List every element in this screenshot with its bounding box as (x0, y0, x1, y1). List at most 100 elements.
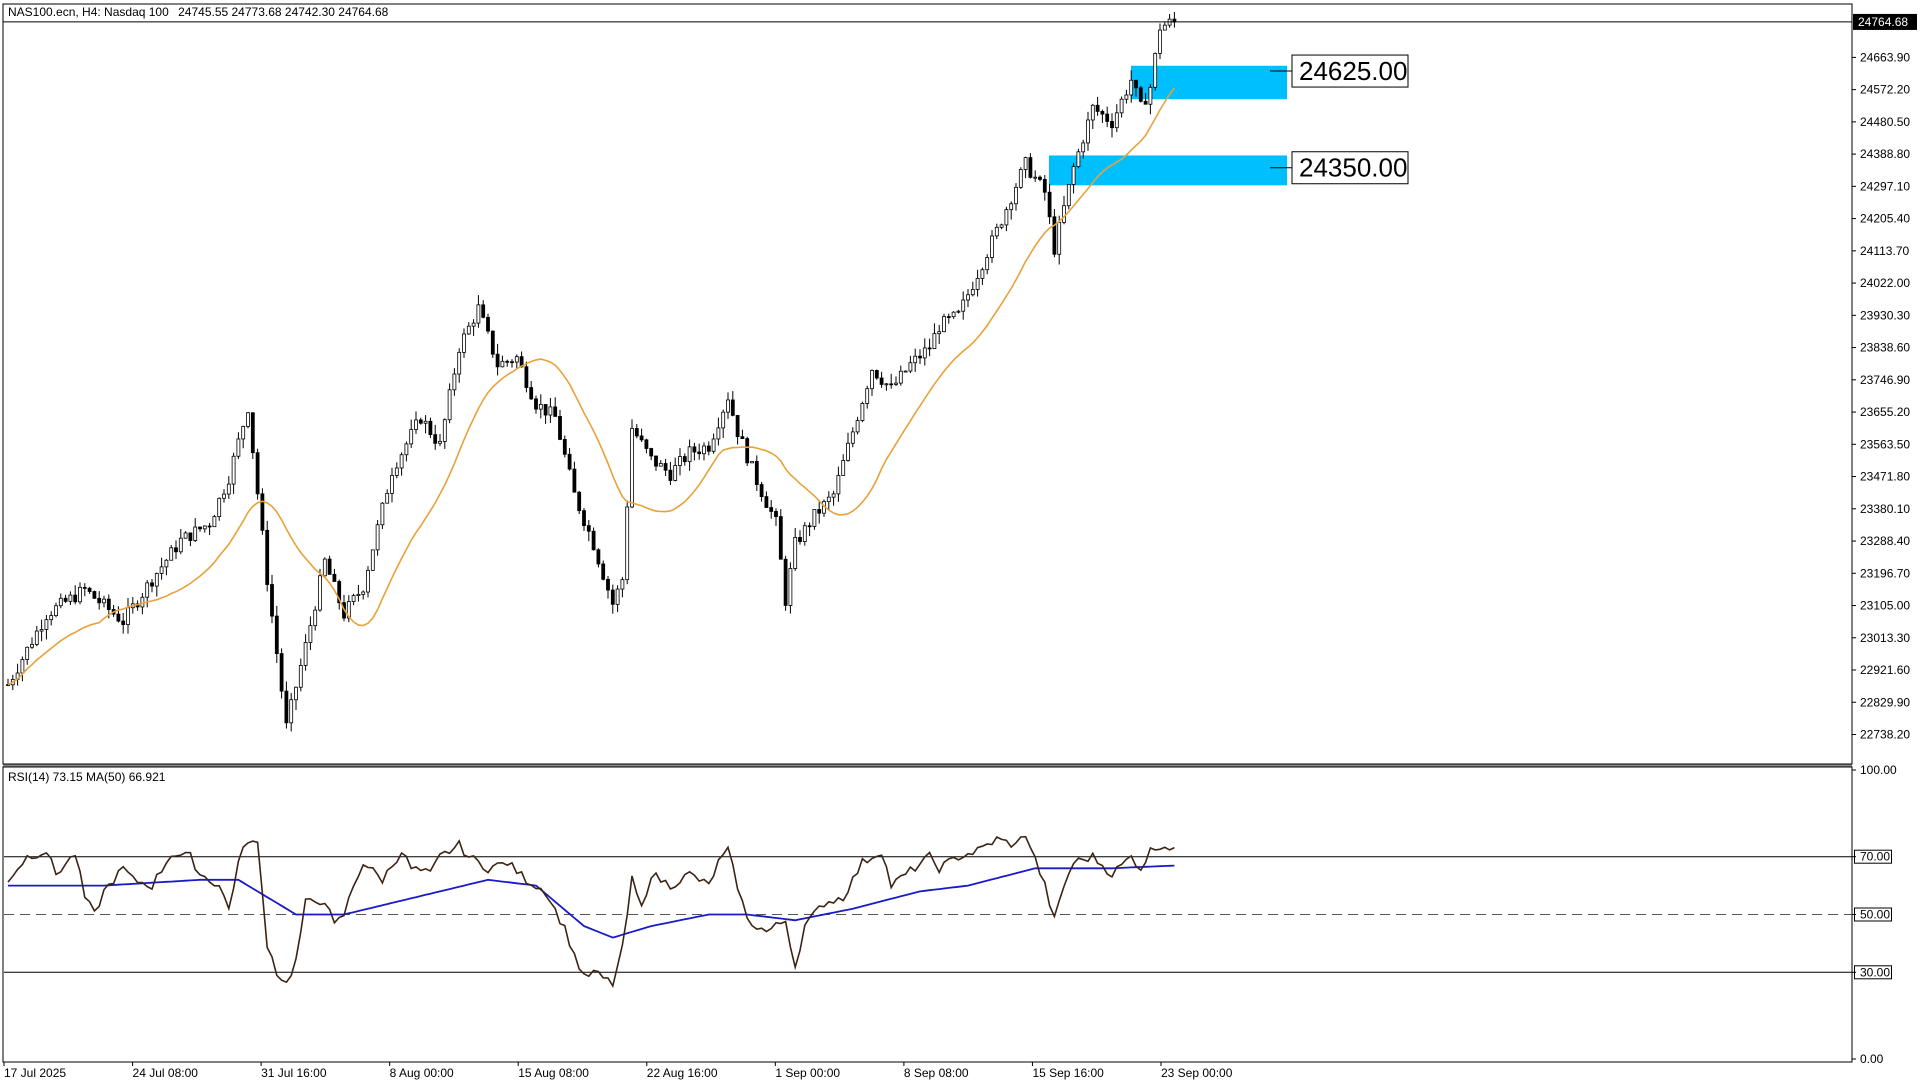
candle-body (682, 456, 687, 463)
candle-body (58, 597, 63, 607)
candle-body (193, 526, 198, 541)
candle-body (534, 398, 538, 410)
candle-body (999, 224, 1004, 228)
candle-body (279, 653, 284, 692)
candle-body (126, 607, 130, 625)
price-tick-label: 24388.80 (1860, 147, 1910, 161)
candle-body (644, 439, 649, 449)
candle-body (865, 388, 870, 404)
rsi-tick-label: 50.00 (1860, 908, 1890, 922)
candle-body (87, 587, 92, 592)
candle-body (255, 452, 260, 495)
candle-body (198, 526, 202, 530)
candle-body (68, 594, 73, 602)
candle-body (481, 304, 486, 318)
candle-body (836, 475, 841, 495)
candle-body (471, 322, 476, 327)
candle-body (260, 493, 265, 531)
candle-body (236, 438, 241, 457)
zone-label: 24350.00 (1299, 153, 1407, 183)
candle-body (1158, 29, 1162, 54)
candle-body (428, 420, 433, 436)
candle-body (990, 235, 994, 258)
candle-body (745, 438, 750, 464)
candle-body (1023, 157, 1028, 170)
price-tick-label: 23380.10 (1860, 502, 1910, 516)
candle-body (73, 594, 78, 603)
candle-body (250, 412, 255, 454)
candle-body (884, 383, 889, 386)
candle-body (850, 431, 855, 444)
candle-body (706, 445, 711, 452)
candle-body (433, 434, 438, 444)
candle-body (726, 399, 730, 413)
candle-body (169, 547, 174, 561)
candle-body (956, 310, 961, 313)
candle-body (140, 596, 145, 608)
candle-body (510, 361, 514, 364)
candle-body (1162, 24, 1167, 31)
candle-body (1009, 203, 1014, 211)
time-tick-label: 15 Aug 08:00 (518, 1066, 589, 1080)
candle-body (1086, 119, 1090, 144)
candle-body (318, 575, 322, 611)
candle-body (759, 484, 764, 498)
time-tick-label: 31 Jul 16:00 (261, 1066, 327, 1080)
candle-body (476, 304, 481, 324)
candle-body (610, 589, 615, 605)
candle-body (78, 586, 82, 603)
candle-body (1076, 151, 1081, 168)
candle-body (370, 549, 375, 571)
candle-body (313, 609, 318, 627)
candle-body (1018, 169, 1023, 188)
candle-body (687, 446, 692, 463)
candles-layer (6, 11, 1177, 732)
candle-body (327, 558, 332, 575)
candle-body (217, 497, 222, 517)
candle-body (82, 586, 87, 589)
candle-body (20, 659, 25, 674)
candle-body (975, 277, 980, 290)
candle-body (980, 269, 985, 279)
price-tick-label: 23471.80 (1860, 470, 1910, 484)
candle-body (505, 360, 510, 363)
price-panel-frame (2, 3, 1853, 765)
rsi-ma-line (8, 864, 1175, 939)
candle-body (764, 496, 769, 508)
candle-body (1134, 79, 1138, 89)
candle-body (1105, 113, 1110, 122)
candle-body (586, 525, 591, 532)
candle-body (1114, 112, 1119, 129)
rsi-panel: 100.00 70.00 50.00 30.00 0.00 RSI(14) 73.15 … (4, 763, 1897, 1066)
candle-body (188, 532, 193, 541)
candle-body (1066, 183, 1071, 207)
candle-body (903, 370, 908, 373)
candle-body (294, 686, 298, 701)
candle-body (692, 446, 697, 453)
candle-body (274, 615, 279, 654)
candle-body (567, 453, 572, 470)
candle-body (639, 435, 644, 441)
candle-body (1081, 142, 1086, 153)
candle-body (265, 529, 270, 585)
candle-body (793, 537, 798, 569)
candle-body (452, 373, 457, 391)
zone-label: 24625.00 (1299, 56, 1407, 86)
candle-body (1100, 111, 1105, 115)
candle-body (116, 613, 121, 622)
price-tick-label: 24113.70 (1860, 244, 1909, 258)
price-tick-label: 24297.10 (1860, 179, 1910, 193)
candle-body (634, 428, 639, 437)
candle-body (289, 699, 294, 724)
candle-body (966, 294, 970, 301)
candle-body (774, 511, 778, 517)
candle-body (927, 347, 932, 350)
candle-body (802, 525, 807, 542)
time-tick-label: 8 Sep 08:00 (904, 1066, 969, 1080)
candle-body (178, 537, 183, 553)
price-tick-label: 24022.00 (1860, 276, 1910, 290)
candle-body (150, 582, 154, 587)
candle-body (514, 356, 519, 363)
candle-body (898, 370, 903, 384)
time-axis: 17 Jul 2025 24 Jul 08:00 31 Jul 16:00 8 Aug… (3, 1062, 1233, 1080)
